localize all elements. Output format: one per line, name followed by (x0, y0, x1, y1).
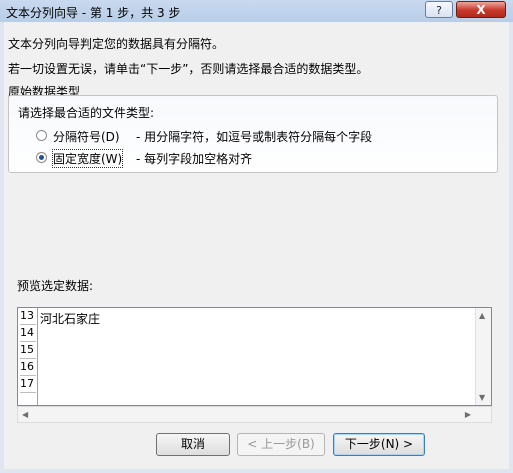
radio-delimited-desc: - 用分隔字符，如逗号或制表符分隔每个字段 (136, 130, 373, 144)
preview-horizontal-scrollbar[interactable]: ◀ ▶ (17, 406, 492, 423)
row-number: 15 (20, 342, 36, 359)
preview-vertical-scrollbar[interactable]: ▲ ▼ (475, 308, 491, 405)
row-number: 14 (20, 325, 36, 342)
wizard-message-1: 文本分列向导判定您的数据具有分隔符。 (8, 37, 225, 51)
wizard-body: 文本分列向导判定您的数据具有分隔符。 若一切设置无误，请单击“下一步”，否则请选… (4, 22, 509, 469)
window-title: 文本分列向导 - 第 1 步，共 3 步 (6, 6, 181, 20)
scroll-right-arrow-icon[interactable]: ▶ (465, 410, 471, 419)
back-button[interactable]: < 上一步(B) (237, 433, 325, 456)
preview-box[interactable]: 13 14 15 16 17 河北石家庄 ▲ ▼ (17, 307, 492, 406)
data-type-group: 请选择最合适的文件类型: 分隔符号(D) - 用分隔字符，如逗号或制表符分隔每个… (8, 95, 498, 173)
next-button[interactable]: 下一步(N) > (333, 433, 425, 456)
row-number-column: 13 14 15 16 17 (18, 308, 38, 405)
title-bar: 文本分列向导 - 第 1 步，共 3 步 ? X (0, 0, 513, 22)
row-number: 17 (20, 376, 36, 393)
cancel-button[interactable]: 取消 (156, 433, 230, 456)
row-number: 16 (20, 359, 36, 376)
scroll-up-arrow-icon[interactable]: ▲ (479, 311, 485, 320)
group-subtitle: 请选择最合适的文件类型: (18, 106, 155, 120)
preview-cell: 河北石家庄 (40, 312, 101, 326)
wizard-message-2: 若一切设置无误，请单击“下一步”，否则请选择最合适的数据类型。 (8, 62, 369, 76)
radio-fixed-width-label[interactable]: 固定宽度(W) (51, 149, 124, 168)
radio-fixed-width-dot[interactable] (36, 152, 47, 163)
preview-label: 预览选定数据: (17, 279, 94, 293)
close-button[interactable]: X (456, 1, 506, 18)
radio-delimited-dot[interactable] (36, 130, 47, 141)
scroll-down-arrow-icon[interactable]: ▼ (479, 393, 485, 402)
radio-delimited-label[interactable]: 分隔符号(D) (53, 128, 120, 145)
help-button[interactable]: ? (425, 1, 453, 18)
row-number: 13 (20, 308, 36, 325)
radio-fixed-width-desc: - 每列字段加空格对齐 (136, 152, 253, 166)
scroll-left-arrow-icon[interactable]: ◀ (22, 410, 28, 419)
